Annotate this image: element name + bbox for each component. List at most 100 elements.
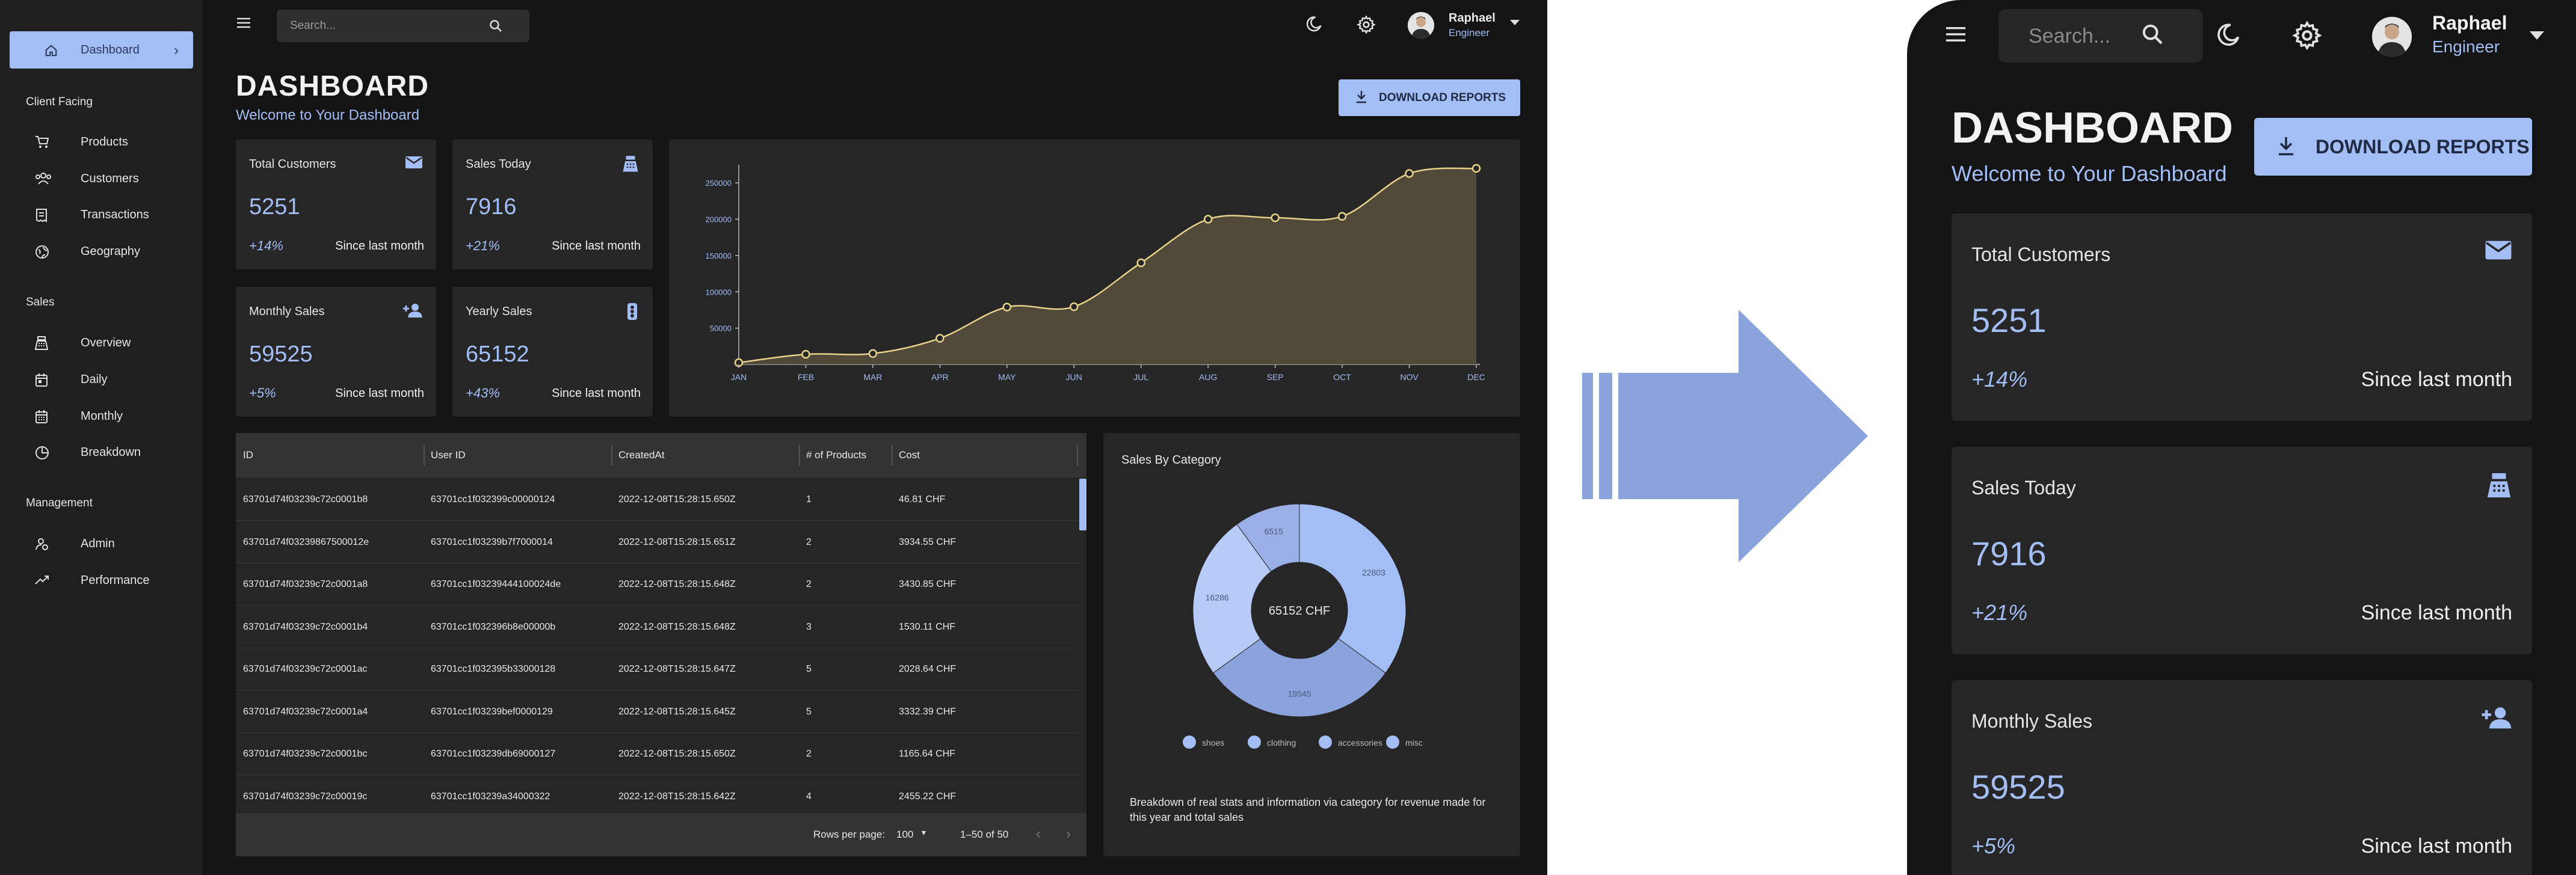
- pie-description: Breakdown of real stats and information …: [1130, 796, 1486, 823]
- sidebar-item-performance[interactable]: Performance: [0, 568, 202, 592]
- chevron-right-icon: ›: [174, 42, 179, 58]
- stat-value: 5251: [1971, 301, 2047, 339]
- sidebar-item-label: Performance: [81, 574, 150, 587]
- avatar[interactable]: [1408, 12, 1434, 38]
- chevron-left-icon[interactable]: ‹: [1036, 826, 1041, 843]
- column-header-id[interactable]: ID: [243, 449, 253, 461]
- person-add-icon: [2481, 705, 2512, 732]
- table-cell: 5: [806, 664, 812, 674]
- receipt-icon: [35, 208, 48, 223]
- rows-per-page-select[interactable]: 100: [896, 829, 913, 841]
- menu-icon[interactable]: [236, 17, 251, 32]
- page-title: DASHBOARD: [1952, 104, 2233, 152]
- download-reports-label: DOWNLOAD REPORTS: [1379, 91, 1506, 104]
- settings-icon[interactable]: [2292, 20, 2322, 54]
- area-fill: [739, 168, 1476, 364]
- stat-card-total-customers: Total Customers 5251 +14% Since last mon…: [236, 140, 436, 269]
- column-header-created-at[interactable]: CreatedAt: [618, 449, 665, 461]
- settings-icon[interactable]: [1357, 15, 1376, 37]
- x-tick-label: AUG: [1199, 372, 1217, 382]
- table-cell: 2022-12-08T15:28:15.642Z: [618, 791, 736, 802]
- data-point: [1337, 212, 1347, 221]
- user-name: Raphael: [2432, 12, 2507, 34]
- dark-mode-icon[interactable]: [1305, 15, 1323, 36]
- avatar[interactable]: [2372, 17, 2412, 57]
- table-row[interactable]: 63701d74f03239c72c0001a4 63701cc1f03239be…: [236, 691, 1078, 733]
- chevron-right-icon[interactable]: ›: [1066, 826, 1071, 843]
- slice-label: 19545: [1288, 689, 1311, 699]
- sidebar-item-daily[interactable]: Daily: [0, 367, 202, 391]
- legend-item[interactable]: misc: [1386, 735, 1423, 749]
- search-icon[interactable]: [2140, 22, 2165, 52]
- legend-item[interactable]: clothing: [1248, 735, 1296, 749]
- legend-item[interactable]: accessories: [1319, 735, 1382, 749]
- groups-icon: [35, 172, 52, 185]
- column-separator[interactable]: [892, 445, 893, 465]
- pagination-range: 1–50 of 50: [960, 829, 1009, 840]
- search-icon[interactable]: [488, 19, 503, 37]
- sidebar-item-dashboard[interactable]: Dashboard ›: [10, 31, 193, 69]
- column-separator[interactable]: [424, 445, 425, 465]
- legend-item[interactable]: shoes: [1183, 735, 1224, 749]
- column-header-cost[interactable]: Cost: [899, 449, 920, 461]
- table-cell: 5: [806, 706, 812, 717]
- calendar-today-icon: [35, 373, 48, 387]
- legend-swatch: [1183, 735, 1196, 749]
- column-separator[interactable]: [611, 445, 612, 465]
- table-cell: 2022-12-08T15:28:15.648Z: [618, 621, 736, 632]
- slice-label: 16286: [1206, 592, 1229, 602]
- table-cell: 63701d74f03239c72c0001b4: [243, 621, 368, 632]
- table-cell: 63701cc1f03239b7f7000014: [431, 536, 553, 547]
- chevron-down-icon[interactable]: ▾: [922, 827, 926, 838]
- sidebar-item-transactions[interactable]: Transactions: [0, 203, 202, 227]
- sidebar-item-products[interactable]: Products: [0, 130, 202, 154]
- table-cell: 63701d74f03239867500012e: [243, 536, 369, 547]
- table-scrollbar[interactable]: [1079, 479, 1086, 530]
- stat-since: Since last month: [2361, 368, 2512, 391]
- table-row[interactable]: 63701d74f03239c72c0001bc 63701cc1f03239db…: [236, 733, 1078, 775]
- download-reports-button[interactable]: DOWNLOAD REPORTS: [2254, 118, 2532, 176]
- data-point: [1002, 302, 1012, 312]
- traffic-icon: [625, 302, 639, 324]
- table-row[interactable]: 63701d74f03239c72c00019c 63701cc1f03239a3…: [236, 776, 1078, 818]
- table-cell: 63701cc1f03239db69000127: [431, 749, 556, 759]
- data-point: [1070, 302, 1079, 312]
- sidebar-item-overview[interactable]: Overview: [0, 331, 202, 355]
- table-row[interactable]: 63701d74f03239c72c0001b4 63701cc1f032396b…: [236, 606, 1078, 648]
- x-tick-label: JUN: [1066, 372, 1082, 382]
- sidebar-item-breakdown[interactable]: Breakdown: [0, 440, 202, 464]
- table-row[interactable]: 63701d74f03239c72c0001b8 63701cc1f032399c…: [236, 479, 1078, 521]
- sidebar-item-label: Transactions: [81, 208, 149, 221]
- sidebar-item-geography[interactable]: Geography: [0, 239, 202, 263]
- sidebar-item-admin[interactable]: Admin: [0, 532, 202, 556]
- table-cell: 63701d74f03239c72c00019c: [243, 791, 368, 802]
- dark-mode-icon[interactable]: [2215, 22, 2242, 51]
- column-separator[interactable]: [799, 445, 800, 465]
- download-reports-button[interactable]: DOWNLOAD REPORTS: [1339, 79, 1520, 116]
- table-row[interactable]: 63701d74f03239867500012e 63701cc1f03239b7…: [236, 521, 1078, 563]
- menu-icon[interactable]: [1944, 25, 1967, 46]
- table-cell: 3934.55 CHF: [899, 536, 957, 547]
- sidebar-item-customers[interactable]: Customers: [0, 167, 202, 191]
- column-header-user-id[interactable]: User ID: [431, 449, 466, 461]
- table-row[interactable]: 63701d74f03239c72c0001a8 63701cc1f0323944…: [236, 563, 1078, 606]
- sidebar-item-monthly[interactable]: Monthly: [0, 404, 202, 428]
- chevron-down-icon[interactable]: [1510, 20, 1520, 25]
- stat-change: +5%: [1971, 834, 2016, 858]
- table-row[interactable]: 63701d74f03239c72c0001ac 63701cc1f032395b…: [236, 648, 1078, 690]
- stat-title: Total Customers: [1971, 244, 2111, 265]
- chevron-down-icon[interactable]: [2530, 31, 2544, 40]
- calendar-month-icon: [35, 410, 48, 424]
- legend-label: accessories: [1338, 738, 1382, 748]
- table-cell: 2022-12-08T15:28:15.650Z: [618, 494, 736, 505]
- search-input[interactable]: Search...: [277, 10, 529, 42]
- stat-title: Sales Today: [1971, 477, 2076, 499]
- sidebar-item-label: Breakdown: [81, 446, 141, 459]
- mail-icon: [405, 155, 423, 173]
- sidebar-item-label: Customers: [81, 172, 139, 185]
- table-cell: 63701cc1f03239bef0000129: [431, 706, 553, 717]
- column-separator[interactable]: [1077, 445, 1078, 465]
- search-input[interactable]: Search...: [1998, 9, 2203, 63]
- table-cell: 2: [806, 579, 812, 589]
- column-header-products[interactable]: # of Products: [806, 449, 866, 461]
